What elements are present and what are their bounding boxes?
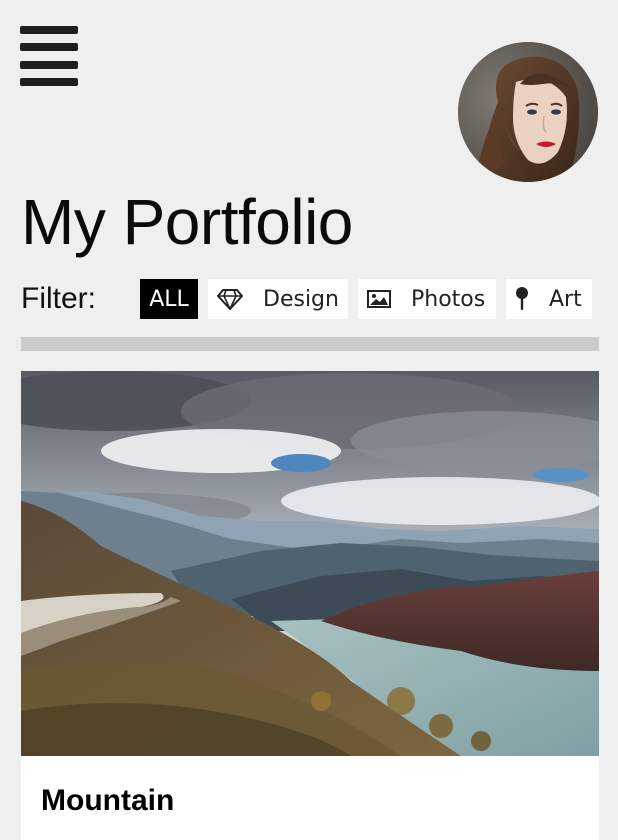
divider <box>21 337 599 351</box>
portfolio-card[interactable]: Mountain <box>21 371 599 840</box>
hamburger-menu-icon[interactable] <box>20 26 78 86</box>
menu-bar <box>20 43 78 52</box>
filter-bar: Filter: ALL Design Photos Art <box>21 278 599 320</box>
filter-design-label: Design <box>263 286 339 312</box>
menu-bar <box>20 60 78 69</box>
filter-label: Filter: <box>21 282 96 315</box>
avatar <box>458 42 598 182</box>
filter-all-label: ALL <box>149 286 189 312</box>
filter-photos-label: Photos <box>411 286 486 312</box>
page-title: My Portfolio <box>21 186 353 258</box>
filter-art-button[interactable]: Art <box>506 279 592 319</box>
pushpin-icon <box>515 286 529 312</box>
filter-all-button[interactable]: ALL <box>140 279 198 319</box>
filter-art-label: Art <box>549 286 582 312</box>
menu-bar <box>20 26 78 34</box>
diamond-icon <box>217 288 243 310</box>
photo-icon <box>367 290 391 308</box>
card-title: Mountain <box>41 784 175 817</box>
filter-photos-button[interactable]: Photos <box>358 279 496 319</box>
card-image-mountain-lake <box>21 371 599 756</box>
filter-design-button[interactable]: Design <box>208 279 348 319</box>
menu-bar <box>20 77 78 86</box>
